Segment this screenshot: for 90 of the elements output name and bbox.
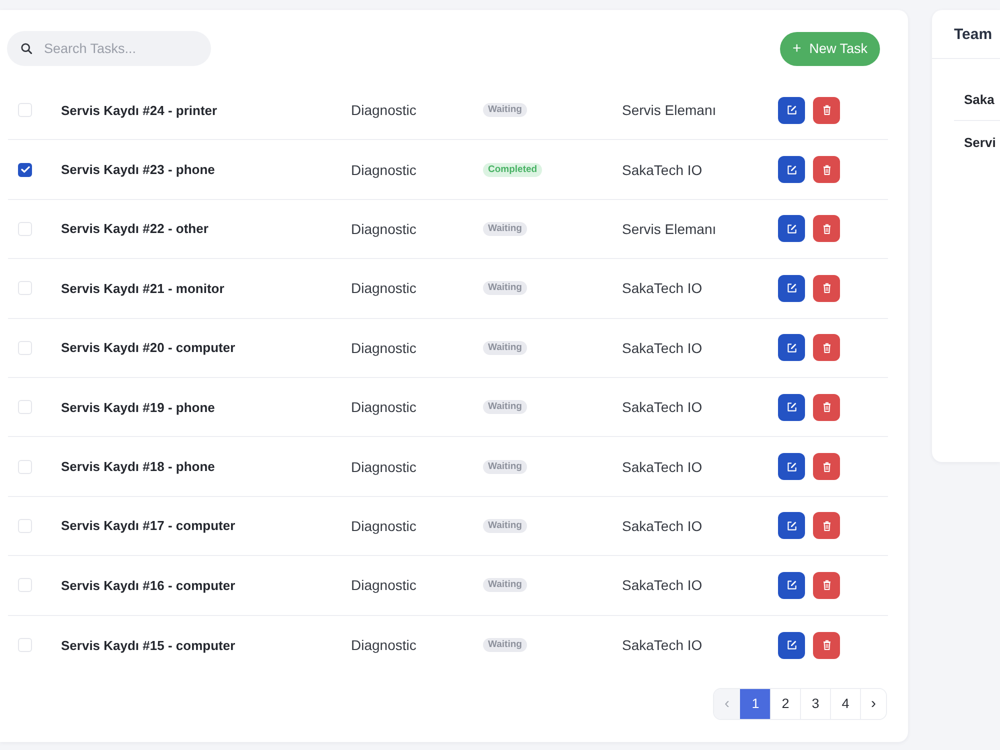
edit-button[interactable]: [778, 274, 805, 302]
trash-icon: [822, 580, 830, 590]
page-button[interactable]: 1: [740, 688, 770, 719]
edit-icon: [786, 580, 796, 590]
status-badge: Waiting: [483, 578, 527, 592]
task-category: Diagnostic: [351, 340, 418, 356]
task-assignee: SakaTech IO: [622, 637, 704, 654]
edit-button[interactable]: [778, 156, 805, 184]
edit-icon: [786, 105, 796, 116]
task-assignee: SakaTech IO: [622, 518, 704, 534]
trash-icon: [822, 105, 830, 116]
edit-icon: [786, 224, 796, 234]
edit-button[interactable]: [778, 632, 805, 659]
status-badge: Waiting: [483, 103, 527, 118]
task-assignee: SakaTech IO: [622, 280, 704, 296]
task-title: Servis Kaydı #21 - monitor: [61, 280, 226, 296]
status-badge: Waiting: [483, 281, 527, 296]
task-category: Diagnostic: [351, 399, 418, 416]
task-assignee: Servis Elemanı: [622, 220, 718, 237]
edit-button[interactable]: [778, 453, 805, 480]
task-category: Diagnostic: [351, 577, 418, 594]
next-page-button[interactable]: ›: [860, 688, 886, 719]
task-title: Servis Kaydı #23 - phone: [61, 162, 216, 178]
task-title: Servis Kaydı #15 - computer: [61, 638, 236, 653]
task-category: Diagnostic: [351, 637, 418, 654]
delete-button[interactable]: [813, 632, 840, 659]
task-title: Servis Kaydı #18 - phone: [61, 459, 216, 474]
task-assignee: SakaTech IO: [622, 340, 704, 356]
plus-icon: +: [792, 41, 802, 56]
status-badge: Waiting: [483, 340, 527, 355]
row-checkbox[interactable]: [18, 162, 32, 177]
delete-button[interactable]: [813, 334, 840, 362]
status-badge: Waiting: [483, 222, 527, 236]
search-field[interactable]: Search Tasks...: [7, 31, 211, 66]
edit-button[interactable]: [778, 512, 805, 540]
edit-icon: [786, 640, 796, 650]
delete-button[interactable]: [813, 215, 840, 242]
edit-icon: [786, 462, 796, 472]
task-assignee: SakaTech IO: [622, 162, 704, 178]
trash-icon: [822, 520, 830, 531]
task-title: Servis Kaydı #22 - other: [61, 221, 210, 236]
delete-button[interactable]: [813, 156, 840, 184]
edit-icon: [786, 402, 796, 412]
task-title: Servis Kaydı #19 - phone: [61, 400, 216, 415]
edit-icon: [786, 520, 796, 531]
delete-button[interactable]: [813, 572, 840, 599]
trash-icon: [822, 283, 830, 294]
trash-icon: [822, 224, 830, 234]
search-icon: [21, 43, 32, 54]
task-title: Servis Kaydı #17 - computer: [61, 518, 236, 534]
task-title: Servis Kaydı #20 - computer: [61, 340, 236, 356]
edit-button[interactable]: [778, 394, 805, 421]
edit-button[interactable]: [778, 215, 805, 242]
trash-icon: [822, 342, 830, 353]
task-title: Servis Kaydı #16 - computer: [61, 578, 236, 593]
task-category: Diagnostic: [351, 518, 418, 534]
task-title: Servis Kaydı #24 - printer: [61, 102, 218, 118]
team-title: Team: [954, 26, 992, 42]
team-member-name: Servi: [964, 134, 996, 150]
delete-button[interactable]: [813, 512, 840, 540]
edit-button[interactable]: [778, 96, 805, 124]
task-category: Diagnostic: [351, 162, 418, 178]
team-member-name: Saka: [964, 92, 994, 107]
trash-icon: [822, 402, 830, 412]
delete-button[interactable]: [813, 274, 840, 302]
task-category: Diagnostic: [351, 280, 418, 296]
edit-icon: [786, 342, 796, 353]
edit-icon: [786, 283, 796, 294]
task-assignee: Servis Elemanı: [622, 102, 718, 118]
trash-icon: [822, 164, 830, 175]
task-category: Diagnostic: [351, 102, 418, 118]
status-badge: Waiting: [483, 518, 527, 533]
status-badge: Waiting: [483, 638, 527, 652]
trash-icon: [822, 462, 830, 472]
task-category: Diagnostic: [351, 220, 418, 237]
task-assignee: SakaTech IO: [622, 577, 704, 594]
edit-icon: [786, 164, 796, 175]
status-badge: Waiting: [483, 400, 527, 414]
delete-button[interactable]: [813, 96, 840, 124]
delete-button[interactable]: [813, 453, 840, 480]
delete-button[interactable]: [813, 394, 840, 421]
edit-button[interactable]: [778, 334, 805, 362]
trash-icon: [822, 640, 830, 650]
task-assignee: SakaTech IO: [622, 399, 704, 416]
task-category: Diagnostic: [351, 458, 418, 475]
edit-button[interactable]: [778, 572, 805, 599]
task-assignee: SakaTech IO: [622, 458, 704, 475]
checkmark-icon: [20, 166, 30, 174]
status-badge: Waiting: [483, 460, 527, 474]
status-badge: Completed: [483, 162, 542, 177]
